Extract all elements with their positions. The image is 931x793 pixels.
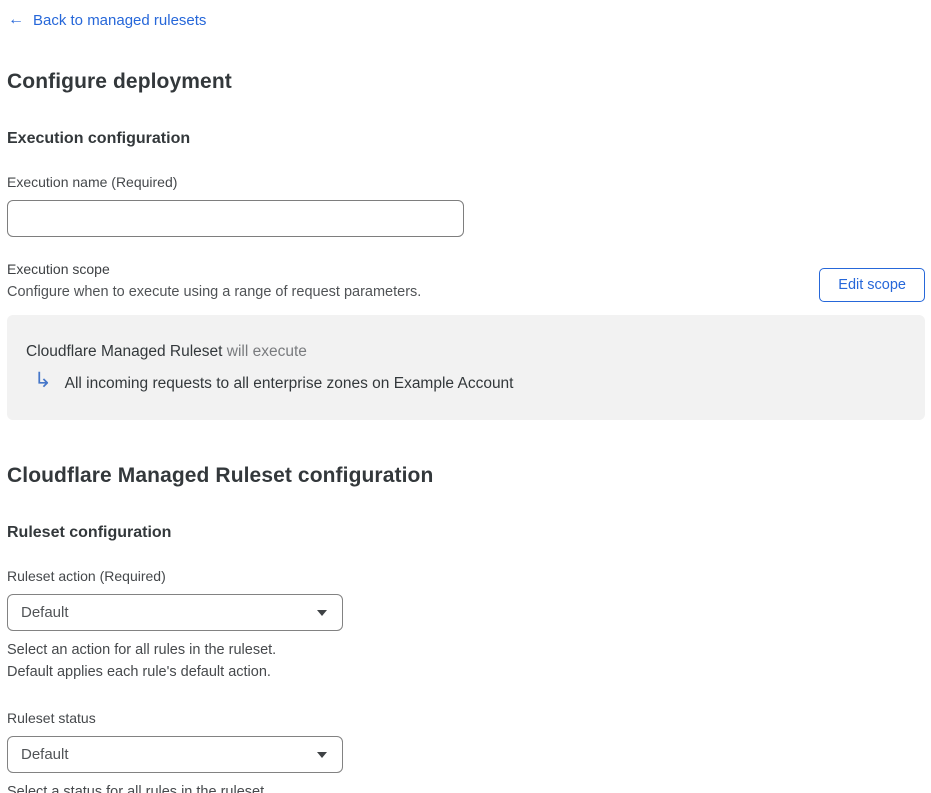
ruleset-name-text: Cloudflare Managed Ruleset — [26, 343, 223, 360]
execution-scope-description: Configure when to execute using a range … — [7, 284, 422, 300]
scope-summary-detail: ↳ All incoming requests to all enterpris… — [26, 369, 905, 394]
execution-name-input[interactable] — [7, 200, 464, 237]
ruleset-action-label: Ruleset action (Required) — [7, 568, 166, 584]
ruleset-configuration-title: Cloudflare Managed Ruleset configuration — [7, 464, 434, 487]
execution-name-label: Execution name (Required) — [7, 174, 178, 190]
edit-scope-button[interactable]: Edit scope — [819, 268, 925, 302]
ruleset-action-help-line-2: Default applies each rule's default acti… — [7, 664, 271, 680]
will-execute-text: will execute — [226, 343, 307, 360]
scope-summary-headline: Cloudflare Managed Ruleset will execute — [26, 343, 905, 361]
branch-arrow-icon: ↳ — [34, 369, 52, 392]
chevron-down-icon — [317, 751, 327, 758]
chevron-down-icon — [317, 609, 327, 616]
scope-summary-panel: Cloudflare Managed Ruleset will execute … — [7, 315, 925, 420]
ruleset-status-select[interactable]: Default — [7, 736, 343, 773]
back-link[interactable]: ← Back to managed rulesets — [8, 12, 206, 29]
ruleset-action-selected-value: Default — [21, 604, 69, 621]
execution-scope-label: Execution scope — [7, 261, 110, 277]
back-arrow-icon: ← — [8, 11, 24, 28]
configure-deployment-page: ← Back to managed rulesets Configure dep… — [0, 0, 931, 793]
ruleset-status-help-line-1: Select a status for all rules in the rul… — [7, 784, 269, 793]
execution-scope-row: Execution scope Configure when to execut… — [7, 261, 925, 302]
ruleset-action-help-line-1: Select an action for all rules in the ru… — [7, 642, 277, 658]
page-title: Configure deployment — [7, 70, 232, 93]
ruleset-configuration-subheading: Ruleset configuration — [7, 524, 172, 541]
ruleset-action-select[interactable]: Default — [7, 594, 343, 631]
back-link-label: Back to managed rulesets — [33, 11, 207, 29]
scope-summary-text: All incoming requests to all enterprise … — [64, 374, 514, 392]
ruleset-status-selected-value: Default — [21, 746, 69, 763]
execution-configuration-heading: Execution configuration — [7, 130, 191, 147]
execution-scope-text-block: Execution scope Configure when to execut… — [7, 261, 421, 300]
ruleset-status-label: Ruleset status — [7, 710, 96, 726]
